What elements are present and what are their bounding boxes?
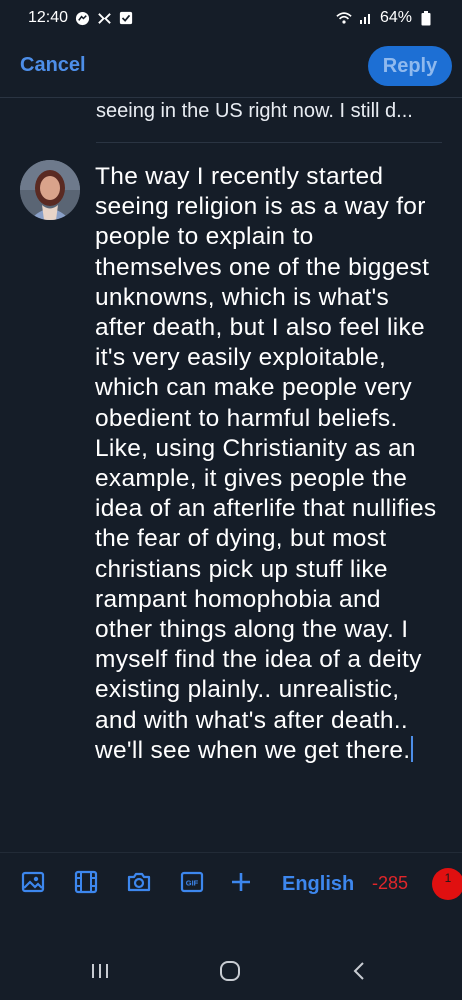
app-notification-icon xyxy=(96,10,112,26)
header-divider xyxy=(0,97,462,98)
status-time: 12:40 xyxy=(28,9,69,26)
plus-icon[interactable] xyxy=(228,869,254,895)
text-cursor xyxy=(411,735,414,762)
camera-icon[interactable] xyxy=(126,869,152,895)
signal-icon xyxy=(358,10,374,26)
reply-text-input[interactable]: The way I recently started seeing religi… xyxy=(95,162,445,766)
composer-header: Cancel Reply xyxy=(0,40,462,94)
status-left: 12:40 xyxy=(28,9,134,27)
character-count: -285 xyxy=(372,873,409,893)
back-icon[interactable] xyxy=(345,958,375,984)
checkbox-notification-icon xyxy=(118,10,134,26)
language-selector[interactable]: English xyxy=(282,873,354,896)
avatar xyxy=(20,160,80,220)
home-icon[interactable] xyxy=(215,958,245,984)
badge-count: 1 xyxy=(444,871,452,885)
status-right: 64% xyxy=(336,9,434,27)
battery-percent: 64% xyxy=(379,9,412,26)
battery-icon xyxy=(418,10,434,26)
messenger-icon xyxy=(74,10,90,26)
avatar-photo xyxy=(20,160,80,220)
gif-icon-label: GIF xyxy=(186,879,199,888)
recent-apps-icon[interactable] xyxy=(85,958,115,984)
reply-button[interactable]: Reply xyxy=(368,46,452,86)
reply-text: The way I recently started seeing religi… xyxy=(95,163,437,764)
gif-icon[interactable]: GIF xyxy=(179,869,205,895)
quoted-post-text: seeing in the US right now. I still d... xyxy=(96,100,413,122)
cancel-button[interactable]: Cancel xyxy=(20,54,86,77)
composer-toolbar: GIF English -285 1 xyxy=(0,852,462,915)
video-icon[interactable] xyxy=(73,869,99,895)
image-icon[interactable] xyxy=(20,869,46,895)
status-bar: 12:40 64% xyxy=(0,0,462,36)
character-limit-indicator: 1 xyxy=(432,868,462,900)
wifi-icon xyxy=(336,10,352,26)
system-navigation-bar xyxy=(0,940,462,1000)
quote-divider xyxy=(96,142,442,143)
